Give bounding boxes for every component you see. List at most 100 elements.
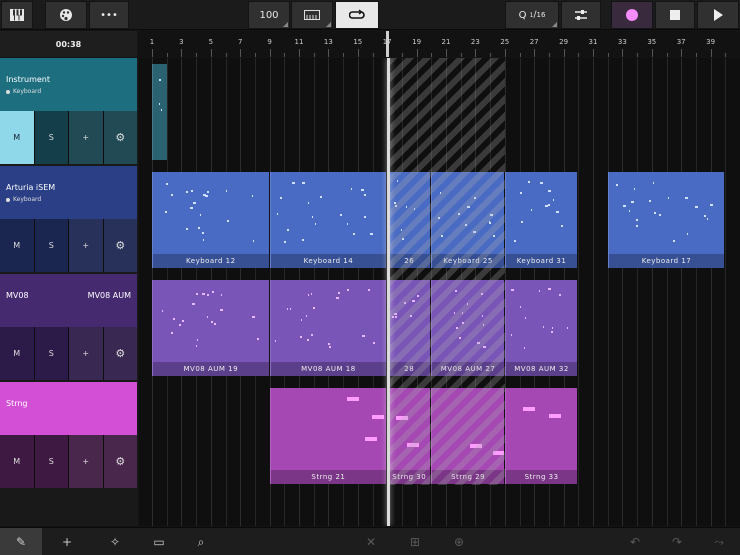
ruler-tick-label: 35 bbox=[647, 38, 657, 46]
pencil-icon[interactable]: ✎ bbox=[0, 528, 42, 555]
grid-line bbox=[637, 58, 639, 526]
ruler-tick-mark bbox=[416, 49, 418, 57]
loop-toggle-icon[interactable] bbox=[335, 1, 379, 29]
add-plugin-button[interactable]: + bbox=[69, 435, 104, 488]
track-controls: M S + ⚙ bbox=[0, 435, 137, 488]
settings-gear-icon[interactable]: ⚙ bbox=[103, 435, 137, 488]
region-label: Keyboard 17 bbox=[608, 254, 725, 268]
add-plugin-button[interactable]: + bbox=[69, 327, 104, 380]
midi-note bbox=[538, 289, 540, 292]
track-name: Strng bbox=[6, 399, 28, 408]
solo-button[interactable]: S bbox=[35, 435, 69, 488]
midi-note bbox=[346, 396, 359, 401]
midi-note bbox=[523, 406, 536, 411]
ruler-tick-mark bbox=[651, 49, 653, 57]
mute-button[interactable]: M bbox=[0, 435, 35, 488]
midi-note bbox=[567, 326, 569, 329]
region-clip[interactable]: Keyboard 12 bbox=[152, 172, 269, 268]
region-clip[interactable]: MV08 AUM 19 bbox=[152, 280, 269, 376]
layout-icon[interactable]: ▭ bbox=[138, 528, 180, 555]
track-header[interactable]: Arturia iSEM Keyboard bbox=[0, 166, 137, 219]
region-clip[interactable]: Keyboard 14 bbox=[269, 172, 387, 268]
midi-note bbox=[159, 79, 162, 82]
region-clip[interactable]: Keyboard 17 bbox=[607, 172, 725, 268]
settings-gear-icon[interactable]: ⚙ bbox=[103, 219, 137, 272]
track-name: Arturia iSEM bbox=[6, 183, 56, 192]
track-header[interactable]: MV08 MV08 AUM bbox=[0, 274, 137, 327]
midi-note bbox=[667, 197, 669, 200]
grid-line bbox=[710, 58, 712, 526]
midi-note bbox=[519, 192, 522, 195]
mute-button[interactable]: M bbox=[0, 327, 35, 380]
split-icon[interactable]: ⊞ bbox=[394, 528, 436, 555]
ruler-tick-mark bbox=[299, 49, 300, 57]
mixer-palette-icon[interactable] bbox=[45, 1, 87, 29]
mute-button[interactable]: M bbox=[0, 219, 35, 272]
midi-note bbox=[276, 213, 278, 216]
midi-note bbox=[202, 293, 206, 296]
playhead-marker[interactable] bbox=[386, 31, 389, 57]
tempo-button[interactable]: 100 bbox=[248, 1, 290, 29]
play-button[interactable] bbox=[697, 1, 739, 29]
playhead-line[interactable] bbox=[387, 58, 390, 526]
region-clip[interactable] bbox=[152, 64, 168, 160]
add-plugin-button[interactable]: + bbox=[69, 219, 104, 272]
more-menu-icon[interactable]: ••• bbox=[89, 1, 129, 29]
add-region-button[interactable]: + bbox=[46, 528, 88, 555]
midi-note bbox=[301, 239, 304, 242]
midi-note bbox=[274, 340, 276, 343]
midi-note bbox=[196, 293, 199, 296]
settings-gear-icon[interactable]: ⚙ bbox=[103, 327, 137, 380]
region-clip[interactable]: Keyboard 31 bbox=[504, 172, 578, 268]
add-plugin-button[interactable]: + bbox=[69, 111, 104, 164]
ruler-tick-mark bbox=[534, 49, 536, 57]
delete-icon[interactable]: ✕ bbox=[350, 528, 392, 555]
arrangement-grid[interactable]: Keyboard 12Keyboard 1426Keyboard 25Keybo… bbox=[139, 58, 740, 526]
ruler-tick-mark bbox=[313, 53, 315, 57]
loop-range[interactable] bbox=[389, 58, 505, 485]
midi-note bbox=[305, 314, 307, 317]
magic-wand-icon[interactable]: ✧ bbox=[94, 528, 136, 555]
ruler-tick-mark bbox=[666, 53, 668, 57]
solo-button[interactable]: S bbox=[35, 219, 69, 272]
stop-icon bbox=[670, 10, 680, 20]
metronome-icon[interactable] bbox=[291, 1, 333, 29]
ruler-tick-mark bbox=[710, 49, 712, 57]
mute-button[interactable]: M bbox=[0, 111, 35, 164]
grid-line bbox=[578, 58, 580, 526]
redo-icon[interactable]: ↷ bbox=[656, 528, 698, 555]
track-header[interactable]: Instrument Keyboard bbox=[0, 58, 137, 111]
ruler-tick-mark bbox=[637, 53, 639, 57]
mixer-sliders-icon[interactable] bbox=[561, 1, 601, 29]
keyboard-icon[interactable] bbox=[1, 1, 33, 29]
region-clip[interactable]: Strng 21 bbox=[269, 388, 387, 484]
midi-note bbox=[311, 333, 314, 336]
track-header[interactable]: Strng bbox=[0, 382, 137, 435]
midi-note bbox=[198, 227, 201, 230]
region-clip[interactable]: MV08 AUM 32 bbox=[504, 280, 578, 376]
settings-gear-icon[interactable]: ⚙ bbox=[103, 111, 137, 164]
ruler-tick-mark bbox=[490, 53, 492, 57]
ruler-tick-label: 15 bbox=[353, 38, 363, 46]
solo-button[interactable]: S bbox=[35, 111, 69, 164]
search-icon[interactable]: ⌕ bbox=[180, 528, 222, 555]
ruler-tick-mark bbox=[460, 53, 462, 57]
ruler-tick-label: 31 bbox=[588, 38, 598, 46]
ruler-tick-mark bbox=[328, 49, 330, 57]
midi-note bbox=[190, 207, 194, 210]
ruler-tick-label: 39 bbox=[706, 38, 716, 46]
solo-button[interactable]: S bbox=[35, 327, 69, 380]
record-button[interactable] bbox=[611, 1, 653, 29]
midi-note bbox=[709, 203, 713, 206]
midi-note bbox=[287, 229, 290, 232]
automation-curve-icon[interactable]: ⤳ bbox=[698, 528, 740, 555]
grid-line bbox=[681, 58, 683, 526]
region-clip[interactable]: MV08 AUM 18 bbox=[269, 280, 387, 376]
undo-icon[interactable]: ↶ bbox=[614, 528, 656, 555]
quantize-button[interactable]: Q 1/16 bbox=[505, 1, 559, 29]
timeline-ruler[interactable]: 13579111315171921232527293133353739 bbox=[139, 31, 740, 57]
stop-button[interactable] bbox=[655, 1, 695, 29]
region-clip[interactable]: Strng 33 bbox=[504, 388, 578, 484]
ruler-tick-label: 21 bbox=[441, 38, 451, 46]
link-icon[interactable]: ⊕ bbox=[438, 528, 480, 555]
